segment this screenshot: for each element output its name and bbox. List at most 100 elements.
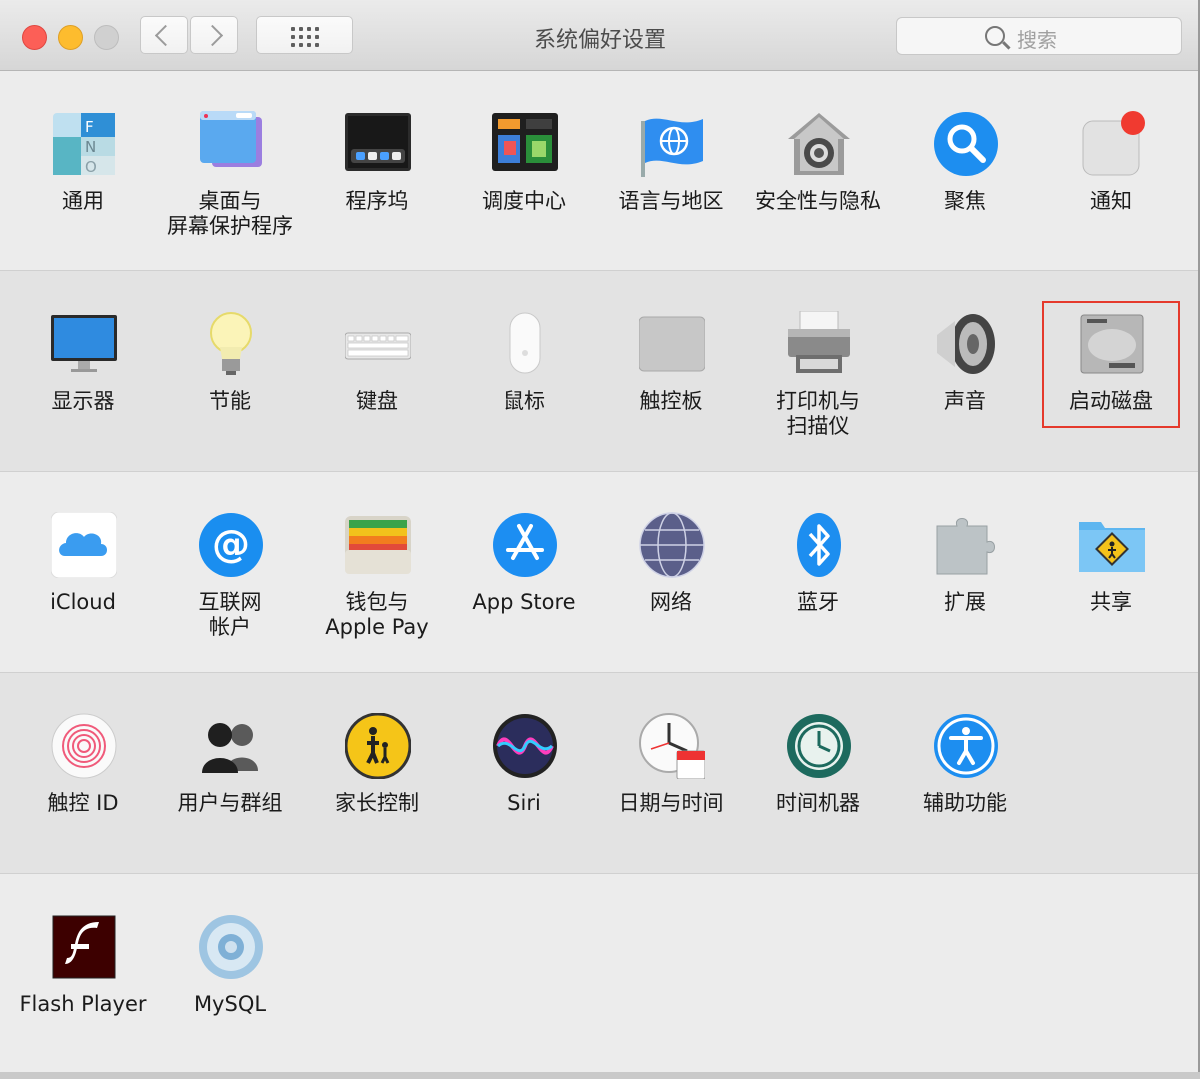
pane-printers[interactable]: 打印机与 扫描仪 <box>745 271 891 446</box>
pane-desktop[interactable]: 桌面与 屏幕保护程序 <box>157 71 303 246</box>
svg-text:O: O <box>85 158 97 176</box>
pane-sound[interactable]: 声音 <box>892 271 1038 446</box>
security-privacy-icon <box>786 111 852 177</box>
extensions-icon <box>933 512 999 578</box>
pane-network[interactable]: 网络 <box>598 472 744 647</box>
pane-sharing[interactable]: 共享 <box>1038 472 1184 647</box>
notifications-icon <box>1079 111 1145 177</box>
pane-keyboard[interactable]: 键盘 <box>304 271 450 446</box>
pane-label: 安全性与隐私 <box>755 189 881 213</box>
pane-label: 聚焦 <box>944 189 986 213</box>
pane-label: 时间机器 <box>776 791 860 815</box>
pane-label: 蓝牙 <box>797 590 839 614</box>
pane-internet[interactable]: @ 互联网 帐户 <box>157 472 303 647</box>
pane-language[interactable]: 语言与地区 <box>598 71 744 246</box>
pane-dock[interactable]: 程序坞 <box>304 71 450 246</box>
pane-label: 触控板 <box>639 389 703 413</box>
mission-control-icon <box>492 111 558 177</box>
show-all-button[interactable] <box>256 16 353 54</box>
pane-label: 桌面与 屏幕保护程序 <box>167 189 293 238</box>
chevron-left-icon <box>154 24 177 47</box>
pane-label: 通用 <box>62 189 104 213</box>
pane-label: 扩展 <box>944 590 986 614</box>
close-button[interactable] <box>22 25 47 50</box>
svg-text:F: F <box>85 118 94 136</box>
highlight-box <box>1042 301 1180 428</box>
pane-accessibility[interactable]: 辅助功能 <box>892 673 1038 848</box>
internet-accounts-icon: @ <box>198 512 264 578</box>
pane-mysql[interactable]: MySQL <box>157 874 303 1049</box>
pane-label: Siri <box>507 791 541 815</box>
pane-label: 语言与地区 <box>618 189 724 213</box>
accessibility-icon <box>933 713 999 779</box>
grid-icon <box>291 27 319 47</box>
pane-siri[interactable]: Siri <box>451 673 597 848</box>
pane-label: 打印机与 扫描仪 <box>776 389 860 438</box>
pane-label: Flash Player <box>19 992 147 1016</box>
pane-appstore[interactable]: App Store <box>451 472 597 647</box>
pane-label: 钱包与 Apple Pay <box>325 590 429 639</box>
pane-energy[interactable]: 节能 <box>157 271 303 446</box>
pane-flash[interactable]: Flash Player <box>10 874 156 1049</box>
pane-datetime[interactable]: 日期与时间 <box>598 673 744 848</box>
pane-icloud[interactable]: iCloud <box>10 472 156 647</box>
parental-controls-icon <box>344 712 412 780</box>
back-button[interactable] <box>140 16 188 54</box>
pane-label: 程序坞 <box>345 189 409 213</box>
window-title: 系统偏好设置 <box>533 28 666 53</box>
pane-label: 鼠标 <box>503 389 545 413</box>
pane-label: 辅助功能 <box>923 791 1007 815</box>
pane-spotlight[interactable]: 聚焦 <box>892 71 1038 246</box>
pane-label: 声音 <box>944 389 986 413</box>
pane-wallet[interactable]: 钱包与 Apple Pay <box>304 472 450 647</box>
pane-bluetooth[interactable]: 蓝牙 <box>745 472 891 647</box>
icloud-icon <box>50 511 118 579</box>
pane-label: 通知 <box>1090 189 1132 213</box>
minimize-button[interactable] <box>58 25 83 50</box>
pane-extensions[interactable]: 扩展 <box>892 472 1038 647</box>
pane-general[interactable]: F N O 通用 <box>10 71 156 246</box>
pane-label: 调度中心 <box>482 189 566 213</box>
chevron-right-icon <box>201 24 224 47</box>
pane-label: 互联网 帐户 <box>198 590 262 639</box>
pane-label: 网络 <box>650 590 692 614</box>
pane-label: 用户与群组 <box>177 791 283 815</box>
pane-mouse[interactable]: 鼠标 <box>451 271 597 446</box>
general-icon: FNO <box>51 111 117 177</box>
touch-id-icon <box>51 713 117 779</box>
mysql-icon <box>198 914 264 980</box>
svg-text:@: @ <box>212 522 250 566</box>
svg-text:N: N <box>85 138 96 156</box>
zoom-button[interactable] <box>94 25 119 50</box>
printer-icon <box>786 310 852 377</box>
pane-label: 显示器 <box>51 389 115 413</box>
forward-button[interactable] <box>190 16 238 54</box>
pane-label: 家长控制 <box>335 791 419 815</box>
pane-notifications[interactable]: 通知 <box>1038 71 1184 246</box>
dock-icon <box>345 111 411 177</box>
sharing-icon <box>1079 512 1145 578</box>
pane-parental[interactable]: 家长控制 <box>304 673 450 848</box>
search-field[interactable]: 搜索 <box>896 17 1182 55</box>
spotlight-icon <box>933 111 999 177</box>
flash-player-icon <box>51 914 117 980</box>
pane-trackpad[interactable]: 触控板 <box>598 271 744 446</box>
pane-users[interactable]: 用户与群组 <box>157 673 303 848</box>
pane-label: 节能 <box>209 389 251 413</box>
pane-label: 触控 ID <box>47 791 119 815</box>
pane-label: iCloud <box>50 590 116 614</box>
pane-displays[interactable]: 显示器 <box>10 271 156 446</box>
energy-saver-icon <box>198 311 264 377</box>
pane-label: 共享 <box>1090 590 1132 614</box>
bluetooth-icon <box>786 512 852 578</box>
sound-icon <box>933 311 999 377</box>
search-icon <box>985 26 1005 46</box>
date-time-icon <box>639 713 706 780</box>
pane-mission[interactable]: 调度中心 <box>451 71 597 246</box>
language-region-icon <box>639 111 705 177</box>
displays-icon <box>51 311 117 377</box>
pane-timemachine[interactable]: 时间机器 <box>745 673 891 848</box>
pane-label: App Store <box>472 590 576 614</box>
pane-touchid[interactable]: 触控 ID <box>10 673 156 848</box>
pane-security[interactable]: 安全性与隐私 <box>745 71 891 246</box>
